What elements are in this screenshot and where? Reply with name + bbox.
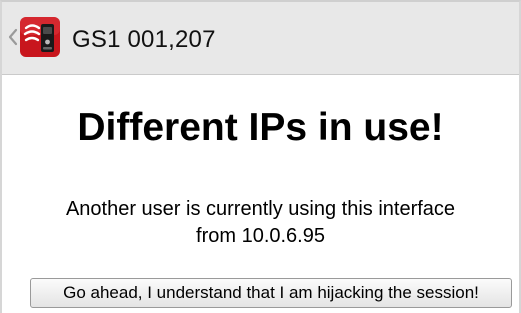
chevron-left-icon[interactable] xyxy=(8,28,18,46)
app-title: GS1 001,207 xyxy=(72,26,216,53)
message-line-2: from 10.0.6.95 xyxy=(196,225,325,247)
message-line-1: Another user is currently using this int… xyxy=(65,198,456,220)
action-bar: GS1 001,207 xyxy=(2,2,519,75)
warning-message: Another user is currently using this int… xyxy=(2,196,519,250)
main-content: Different IPs in use! Another user is cu… xyxy=(2,75,519,313)
hijack-session-button[interactable]: Go ahead, I understand that I am hijacki… xyxy=(30,278,512,308)
warning-heading: Different IPs in use! xyxy=(77,106,444,149)
device-app-icon[interactable] xyxy=(19,16,61,58)
